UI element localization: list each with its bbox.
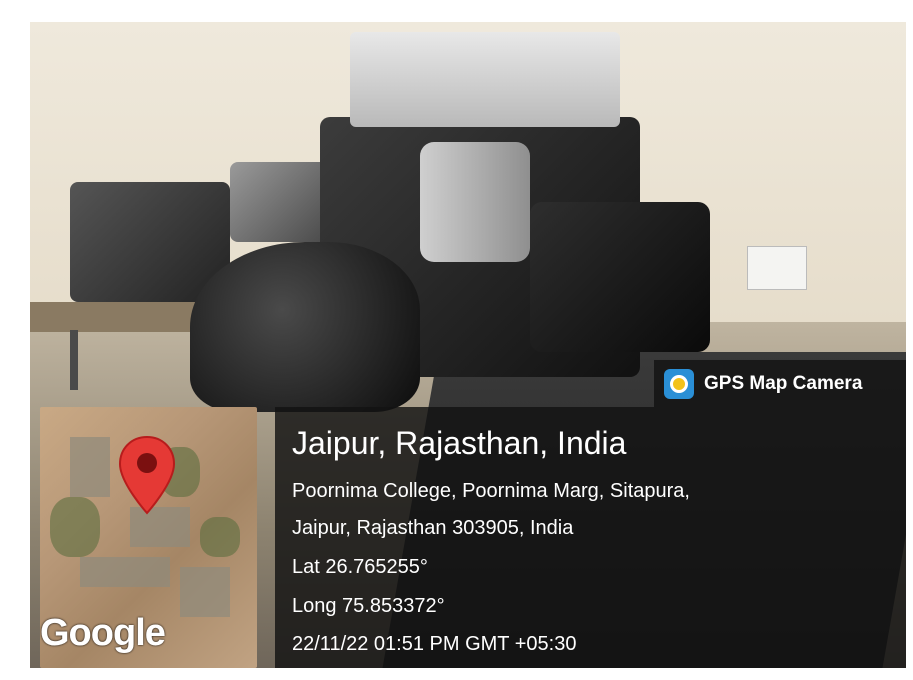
address-line-2: Jaipur, Rajasthan 303905, India (292, 517, 574, 539)
photo-frame: GPS Map Camera Google Jaipur, Rajasthan,… (0, 0, 913, 680)
location-title: Jaipur, Rajasthan, India (292, 425, 627, 461)
engine-housing (190, 242, 420, 412)
latitude: Lat 26.765255° (292, 556, 428, 578)
map-thumbnail: Google (40, 407, 257, 668)
app-badge: GPS Map Camera (654, 360, 906, 407)
address-line-1: Poornima College, Poornima Marg, Sitapur… (292, 480, 690, 502)
longitude: Long 75.853372° (292, 595, 445, 617)
map-pin-icon (118, 435, 176, 515)
gps-map-camera-app-icon (664, 368, 694, 399)
engine-cover (350, 32, 620, 127)
wall-switch (747, 246, 807, 290)
google-watermark: Google (40, 612, 166, 654)
geotagged-photo: GPS Map Camera Google Jaipur, Rajasthan,… (30, 22, 906, 668)
diesel-engine (190, 32, 710, 412)
fuel-filter (420, 142, 530, 262)
timestamp: 22/11/22 01:51 PM GMT +05:30 (292, 633, 577, 655)
fuel-pump (530, 202, 710, 352)
app-name: GPS Map Camera (704, 372, 863, 394)
table-leg (70, 330, 78, 390)
